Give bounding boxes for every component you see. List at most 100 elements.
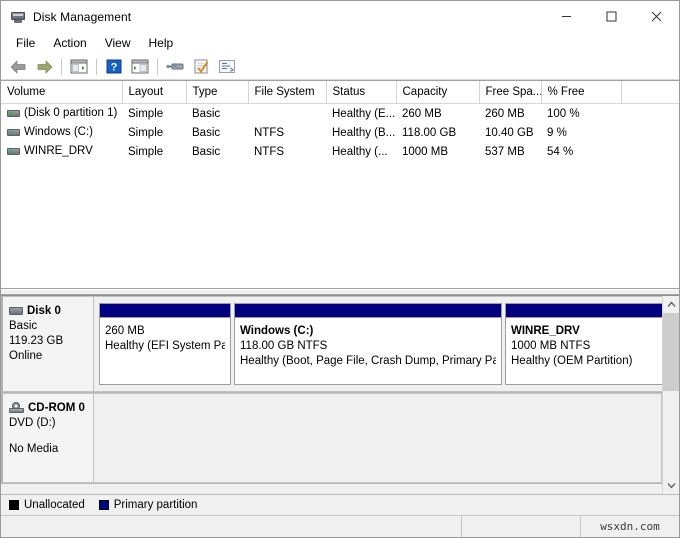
- partition-efi-status: Healthy (EFI System Part: [105, 339, 225, 354]
- help-button[interactable]: ?: [102, 56, 126, 78]
- cell-layout: Simple: [122, 142, 186, 161]
- menu-item-help[interactable]: Help: [140, 34, 183, 53]
- column-header-type[interactable]: Type: [186, 81, 248, 104]
- properties-button[interactable]: [189, 56, 213, 78]
- partition-windows-c[interactable]: Windows (C:) 118.00 GB NTFS Healthy (Boo…: [234, 303, 502, 385]
- column-header-free-space[interactable]: Free Spa...: [479, 81, 541, 104]
- cdrom-0-title: CD-ROM 0: [9, 402, 87, 414]
- legend-swatch-primary-partition: [99, 500, 109, 510]
- maximize-button[interactable]: [589, 1, 634, 32]
- legend-swatch-unallocated: [9, 500, 19, 510]
- toolbar-separator-3: [157, 59, 158, 75]
- column-header-percent-free[interactable]: % Free: [541, 81, 621, 104]
- cell-file-system: NTFS: [248, 142, 326, 161]
- status-bar: wsxdn.com: [1, 515, 679, 537]
- menu-item-view[interactable]: View: [96, 34, 140, 53]
- table-row[interactable]: Windows (C:) Simple Basic NTFS Healthy (…: [1, 123, 679, 142]
- cell-status: Healthy (B...: [326, 123, 396, 142]
- cdrom-0-type: DVD (D:): [9, 416, 87, 431]
- legend-label-primary-partition: Primary partition: [114, 499, 198, 511]
- hard-disk-icon: [9, 307, 23, 315]
- back-button[interactable]: [6, 56, 30, 78]
- scroll-up-button[interactable]: [663, 296, 679, 313]
- cdrom-0-media-area: [94, 393, 662, 483]
- partition-winre-drv[interactable]: WINRE_DRV 1000 MB NTFS Healthy (OEM Part…: [505, 303, 662, 385]
- back-icon: [10, 60, 27, 74]
- menu-bar: File Action View Help: [1, 32, 679, 54]
- disk-0-title: Disk 0: [9, 305, 87, 317]
- partition-winre-status: Healthy (OEM Partition): [511, 354, 660, 369]
- table-row[interactable]: (Disk 0 partition 1) Simple Basic Health…: [1, 104, 679, 124]
- cell-volume-label: Windows (C:): [24, 126, 93, 138]
- disk-0-partitions: 260 MB Healthy (EFI System Part Windows …: [94, 296, 662, 392]
- scroll-down-arrow-icon: [667, 482, 676, 489]
- cdrom-0-header[interactable]: CD-ROM 0 DVD (D:) No Media: [1, 393, 94, 483]
- forward-icon: [36, 60, 53, 74]
- column-header-volume[interactable]: Volume: [1, 81, 122, 104]
- close-button[interactable]: [634, 1, 679, 32]
- graphical-view-scrollbar[interactable]: [662, 296, 679, 494]
- cell-status: Healthy (E...: [326, 104, 396, 124]
- refresh-button[interactable]: [215, 56, 239, 78]
- cell-free-space: 260 MB: [479, 104, 541, 124]
- table-row[interactable]: WINRE_DRV Simple Basic NTFS Healthy (...…: [1, 142, 679, 161]
- title-bar: Disk Management: [1, 1, 679, 32]
- disk-0-type: Basic: [9, 319, 87, 334]
- volume-table-header-row: Volume Layout Type File System Status Ca…: [1, 81, 679, 104]
- rescan-disks-button[interactable]: [163, 56, 187, 78]
- column-header-file-system[interactable]: File System: [248, 81, 326, 104]
- cell-type: Basic: [186, 123, 248, 142]
- disk-0-name: Disk 0: [27, 305, 61, 317]
- disk-0-header[interactable]: Disk 0 Basic 119.23 GB Online: [1, 296, 94, 392]
- status-cell-2: [462, 516, 581, 537]
- toolbar: ?: [1, 54, 679, 80]
- column-header-capacity[interactable]: Capacity: [396, 81, 479, 104]
- close-icon: [651, 11, 662, 22]
- partition-efi-color-bar: [100, 304, 230, 318]
- scroll-down-button[interactable]: [663, 477, 679, 494]
- cell-file-system: NTFS: [248, 123, 326, 142]
- cell-percent-free: 9 %: [541, 123, 621, 142]
- cell-type: Basic: [186, 104, 248, 124]
- legend-bar: Unallocated Primary partition: [1, 494, 679, 515]
- cell-capacity: 260 MB: [396, 104, 479, 124]
- window-controls: [544, 1, 679, 32]
- window-title: Disk Management: [33, 10, 131, 24]
- legend-item-unallocated: Unallocated: [9, 499, 85, 511]
- partition-windows-color-bar: [235, 304, 501, 318]
- volume-list-pane[interactable]: Volume Layout Type File System Status Ca…: [1, 80, 679, 289]
- refresh-icon: [218, 59, 236, 74]
- cdrom-0-name: CD-ROM 0: [28, 402, 85, 414]
- column-header-status[interactable]: Status: [326, 81, 396, 104]
- menu-item-file[interactable]: File: [7, 34, 44, 53]
- forward-button[interactable]: [32, 56, 56, 78]
- scrollbar-thumb[interactable]: [663, 313, 679, 391]
- partition-efi[interactable]: 260 MB Healthy (EFI System Part: [99, 303, 231, 385]
- menu-item-action[interactable]: Action: [44, 34, 95, 53]
- cell-volume: (Disk 0 partition 1): [1, 104, 122, 124]
- partition-windows-size: 118.00 GB NTFS: [240, 339, 496, 354]
- column-header-extra[interactable]: [621, 81, 679, 104]
- show-hide-action-pane-button[interactable]: [128, 56, 152, 78]
- disk-management-icon: [10, 9, 26, 25]
- partition-windows-status: Healthy (Boot, Page File, Crash Dump, Pr…: [240, 354, 496, 369]
- show-hide-console-tree-button[interactable]: [67, 56, 91, 78]
- scrollbar-track[interactable]: [663, 313, 679, 477]
- disk-0-size: 119.23 GB: [9, 334, 87, 349]
- volume-drive-icon: [7, 129, 20, 136]
- graphical-view-pane: Disk 0 Basic 119.23 GB Online 260 MB Hea…: [1, 295, 679, 494]
- cd-rom-icon: [9, 402, 24, 414]
- cell-volume: Windows (C:): [1, 123, 122, 142]
- cell-volume-label: WINRE_DRV: [24, 145, 93, 157]
- minimize-button[interactable]: [544, 1, 589, 32]
- column-header-layout[interactable]: Layout: [122, 81, 186, 104]
- cell-volume: WINRE_DRV: [1, 142, 122, 161]
- partition-efi-body: 260 MB Healthy (EFI System Part: [100, 318, 230, 384]
- disk-row-disk-0[interactable]: Disk 0 Basic 119.23 GB Online 260 MB Hea…: [1, 296, 662, 393]
- cell-capacity: 118.00 GB: [396, 123, 479, 142]
- cell-layout: Simple: [122, 123, 186, 142]
- status-cell-3: wsxdn.com: [581, 516, 679, 537]
- cell-percent-free: 54 %: [541, 142, 621, 161]
- scroll-up-arrow-icon: [667, 301, 676, 308]
- disk-row-cdrom-0[interactable]: CD-ROM 0 DVD (D:) No Media: [1, 393, 662, 484]
